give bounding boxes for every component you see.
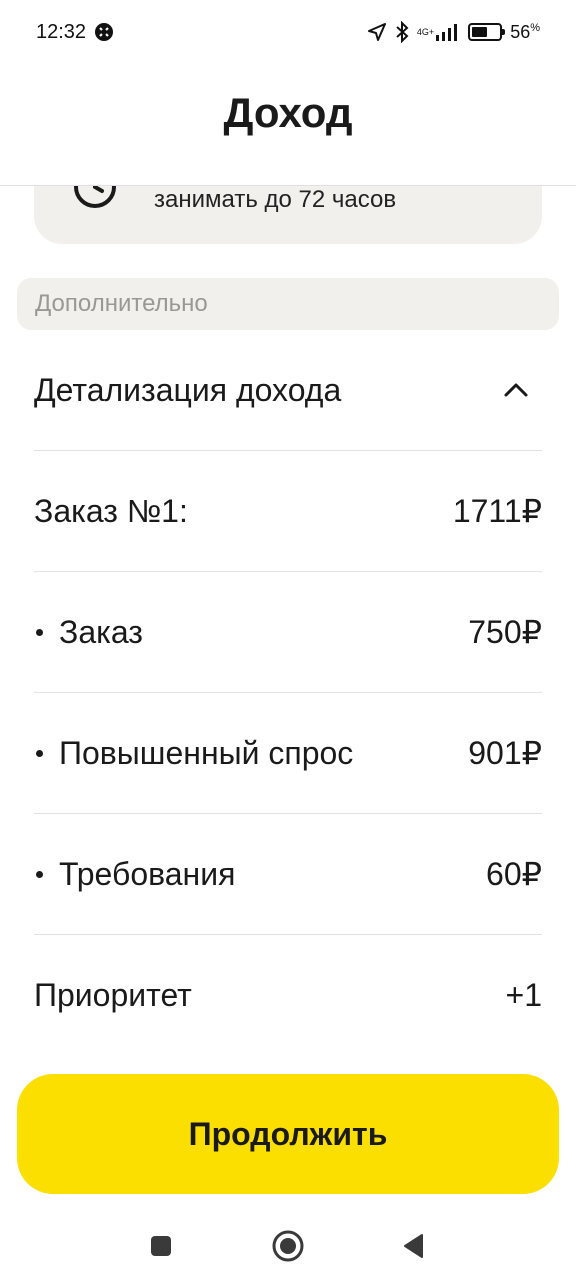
item-label-order: Заказ	[59, 613, 143, 650]
list-item: Повышенный спрос 901₽	[34, 693, 542, 814]
info-text: занимать до 72 часов	[154, 186, 397, 213]
item-label-surge: Повышенный спрос	[59, 734, 354, 771]
battery-percent: 56%	[510, 21, 540, 42]
order-total: 1711₽	[452, 493, 542, 529]
order-label: Заказ №1:	[34, 492, 188, 529]
bullet	[36, 870, 43, 878]
details-title: Детализация дохода	[34, 371, 342, 408]
list-item-label: Повышенный спрос	[34, 735, 468, 772]
bullet	[36, 628, 43, 636]
priority-value: +1	[505, 977, 542, 1013]
signal-icon: 4G+	[417, 23, 460, 41]
list-item-label: Заказ	[34, 614, 468, 651]
status-right: 4G+ 56%	[367, 21, 540, 43]
bullet	[36, 749, 43, 757]
income-details: Детализация дохода Заказ №1: 1711₽ Заказ…	[34, 330, 542, 1056]
priority-label: Приоритет	[34, 977, 192, 1013]
battery-fill	[472, 27, 488, 37]
order-total-row: Заказ №1: 1711₽	[34, 451, 542, 572]
item-value-order: 750₽	[468, 614, 542, 650]
notification-app-icon	[94, 22, 114, 42]
page-title: Доход	[223, 88, 353, 136]
location-arrow-icon	[367, 22, 387, 42]
status-left: 12:32	[36, 21, 114, 44]
list-item-label: Требования	[34, 856, 486, 893]
list-item: Заказ 750₽	[34, 572, 542, 693]
item-label-requirements: Требования	[59, 855, 236, 892]
list-item: Требования 60₽	[34, 814, 542, 935]
chevron-up-icon[interactable]	[500, 374, 532, 406]
navigation-bar	[0, 1210, 576, 1280]
battery-icon	[468, 23, 506, 41]
item-value-requirements: 60₽	[486, 856, 542, 892]
priority-row: Приоритет +1	[34, 935, 542, 1056]
back-triangle-icon[interactable]	[396, 1228, 432, 1264]
details-toggle[interactable]: Детализация дохода	[34, 330, 542, 451]
item-value-surge: 901₽	[468, 735, 542, 771]
status-bar: 12:32 4G+ 56%	[0, 0, 576, 64]
network-type-label: 4G+	[416, 26, 435, 37]
continue-button[interactable]: Продолжить	[17, 1074, 559, 1194]
bluetooth-icon	[395, 21, 409, 43]
section-label: Дополнительно	[17, 278, 559, 330]
home-circle-icon[interactable]	[270, 1228, 306, 1264]
status-time: 12:32	[36, 20, 87, 43]
screen: 12:32 4G+ 56% Доход занимать до 72 часов…	[0, 0, 576, 1280]
recents-square-icon[interactable]	[143, 1228, 179, 1264]
header: Доход	[0, 64, 576, 186]
